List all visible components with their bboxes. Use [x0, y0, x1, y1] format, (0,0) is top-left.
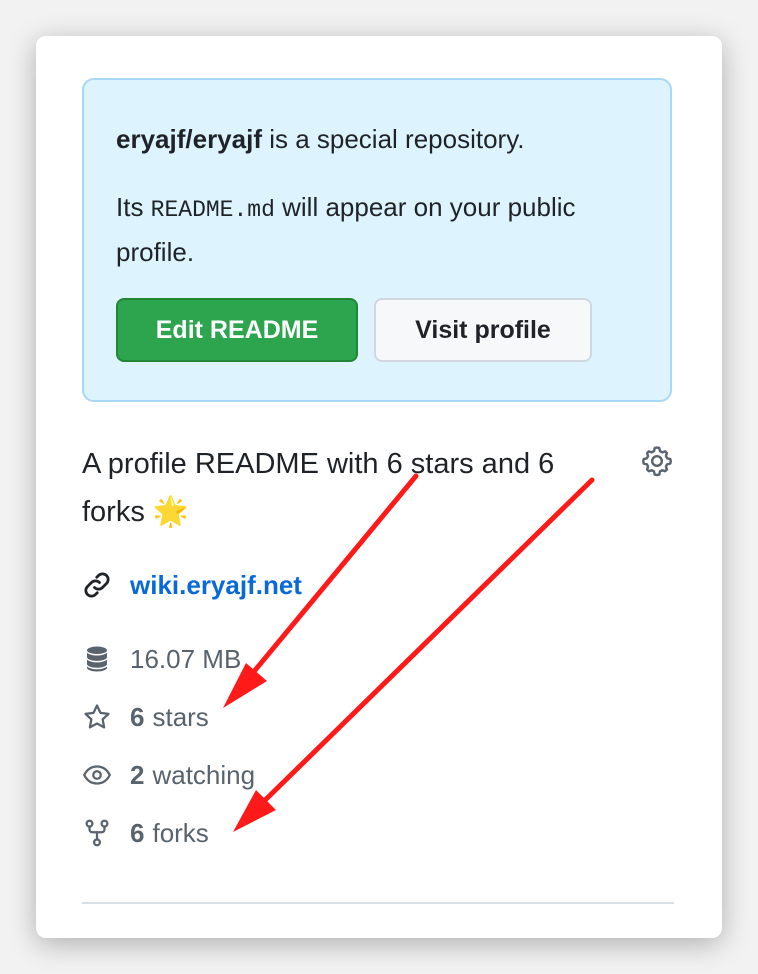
notice-title: eryajf/eryajf is a special repository. [116, 124, 525, 155]
forks-count: 6 [130, 817, 145, 848]
eye-icon [82, 765, 112, 785]
stars-row[interactable]: 6 stars [82, 699, 209, 735]
repo-sidebar-card: eryajf/eryajf is a special repository. I… [36, 36, 722, 938]
readme-filename: README.md [150, 197, 275, 223]
repo-name[interactable]: eryajf/eryajf [116, 124, 262, 154]
special-repo-notice: eryajf/eryajf is a special repository. I… [82, 78, 672, 402]
database-icon [87, 646, 107, 672]
website-link[interactable]: wiki.eryajf.net [130, 570, 302, 601]
readme-prefix: Its [116, 192, 151, 222]
forks-label: forks [152, 817, 209, 848]
gear-icon[interactable] [640, 444, 674, 478]
special-repo-text: is a special repository. [261, 124, 525, 154]
stars-count: 6 [130, 701, 145, 732]
link-icon [84, 572, 110, 598]
fork-icon [85, 819, 109, 847]
visit-profile-button[interactable]: Visit profile [374, 298, 592, 362]
website-row[interactable]: wiki.eryajf.net [82, 567, 302, 603]
about-description: A profile README with 6 stars and 6 fork… [82, 440, 622, 536]
forks-row[interactable]: 6 forks [82, 815, 209, 851]
star-emoji: 🌟 [152, 496, 190, 528]
notice-description: Its README.md will appear on your public… [116, 186, 636, 273]
watching-label: watching [152, 759, 256, 790]
section-divider [82, 902, 674, 904]
watching-count: 2 [130, 759, 145, 790]
edit-readme-button[interactable]: Edit README [116, 298, 358, 362]
star-icon [84, 704, 110, 729]
size-row: 16.07 MB [82, 641, 241, 677]
watching-row[interactable]: 2 watching [82, 757, 255, 793]
stars-label: stars [152, 701, 209, 732]
repo-size: 16.07 MB [130, 643, 242, 674]
